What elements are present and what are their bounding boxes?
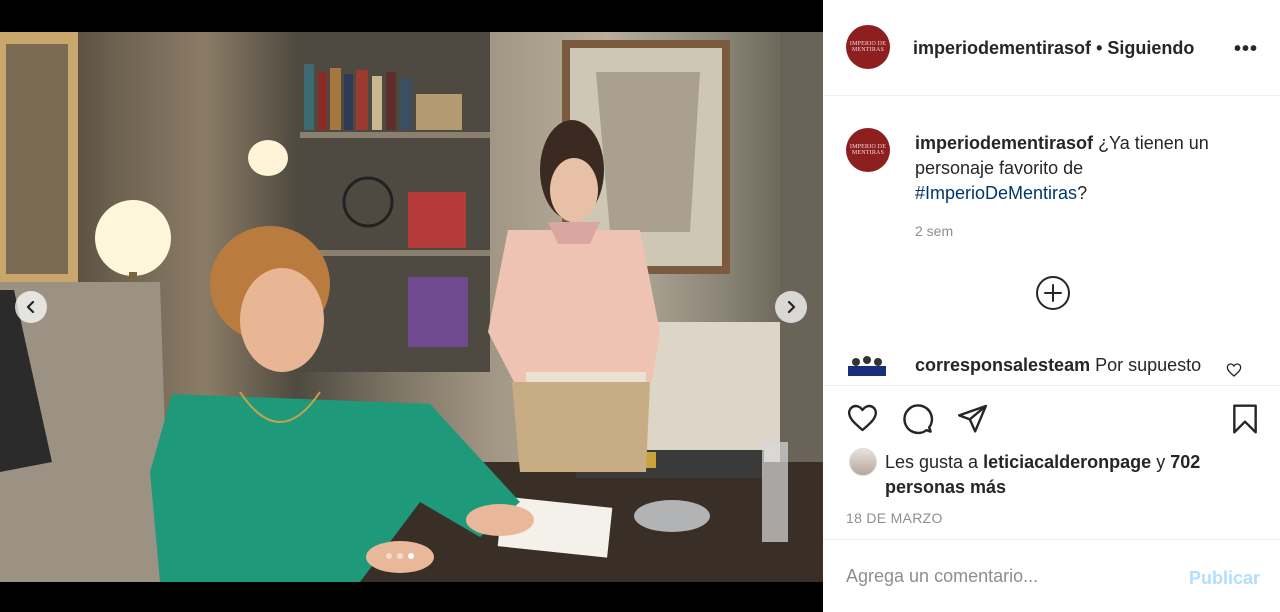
next-slide-button[interactable] bbox=[775, 291, 807, 323]
post-media bbox=[0, 0, 823, 612]
carousel-dot bbox=[397, 553, 403, 559]
carousel-indicator bbox=[386, 553, 414, 559]
like-heart-icon[interactable] bbox=[846, 402, 879, 434]
avatar-logo-text: IMPERIO DE MENTIRAS bbox=[849, 41, 887, 53]
post-actions-section: Les gusta a leticiacalderonpage y 702 pe… bbox=[823, 385, 1280, 540]
caption-text: imperiodementirasof ¿Ya tienen un person… bbox=[915, 131, 1235, 206]
profile-avatar[interactable]: IMPERIO DE MENTIRAS bbox=[846, 25, 890, 69]
save-bookmark-icon[interactable] bbox=[1229, 402, 1261, 436]
comment-text: corresponsalesteam Por supuesto bbox=[915, 355, 1201, 376]
instagram-post-modal: IMPERIO DE MENTIRAS imperiodementirasof … bbox=[0, 0, 1280, 612]
commenter-avatar[interactable] bbox=[846, 352, 888, 380]
post-details-panel: IMPERIO DE MENTIRAS imperiodementirasof … bbox=[823, 0, 1280, 612]
plus-circle-icon bbox=[1044, 284, 1062, 302]
share-paper-plane-icon[interactable] bbox=[956, 402, 989, 434]
add-comment-section: Publicar bbox=[823, 540, 1280, 612]
liker-avatar[interactable] bbox=[849, 448, 877, 476]
post-header: IMPERIO DE MENTIRAS imperiodementirasof … bbox=[823, 0, 1280, 96]
likes-summary: Les gusta a leticiacalderonpage y 702 pe… bbox=[885, 450, 1225, 500]
caption-timestamp[interactable]: 2 sem bbox=[915, 223, 953, 239]
load-more-comments-button[interactable] bbox=[1036, 276, 1070, 310]
caption-username[interactable]: imperiodementirasof bbox=[915, 133, 1093, 153]
chevron-left-icon bbox=[26, 301, 35, 313]
comment-like-heart-icon[interactable] bbox=[1226, 362, 1242, 378]
commenter-username[interactable]: corresponsalesteam bbox=[915, 355, 1090, 375]
post-date[interactable]: 18 DE MARZO bbox=[846, 510, 943, 526]
separator-dot: • bbox=[1096, 38, 1103, 58]
liker-username[interactable]: leticiacalderonpage bbox=[983, 452, 1151, 472]
photo-scene bbox=[0, 32, 823, 582]
follow-status-button[interactable]: Siguiendo bbox=[1107, 38, 1194, 58]
previous-slide-button[interactable] bbox=[15, 291, 47, 323]
comment-item: corresponsalesteam Por supuesto bbox=[823, 348, 1280, 385]
team-logo-icon bbox=[848, 356, 886, 376]
chevron-right-icon bbox=[787, 301, 796, 313]
caption-hashtag-suffix: ? bbox=[1077, 183, 1088, 203]
post-photo bbox=[0, 32, 823, 582]
comments-section: IMPERIO DE MENTIRAS imperiodementirasof … bbox=[823, 96, 1280, 385]
comment-body: Por supuesto bbox=[1095, 355, 1202, 375]
avatar-logo-text: IMPERIO DE MENTIRAS bbox=[849, 144, 887, 156]
comment-bubble-icon[interactable] bbox=[901, 402, 934, 435]
post-author-username[interactable]: imperiodementirasof bbox=[913, 38, 1091, 58]
comment-input[interactable] bbox=[846, 566, 1176, 587]
carousel-dot-active bbox=[408, 553, 414, 559]
caption-avatar[interactable]: IMPERIO DE MENTIRAS bbox=[846, 128, 890, 172]
likes-prefix: Les gusta a bbox=[885, 452, 979, 472]
more-options-icon[interactable]: ••• bbox=[1234, 38, 1258, 61]
carousel-dot bbox=[386, 553, 392, 559]
likes-conjunction: y bbox=[1156, 452, 1166, 472]
post-author-line: imperiodementirasof • Siguiendo bbox=[913, 38, 1194, 59]
caption-hashtag[interactable]: #ImperioDeMentiras bbox=[915, 183, 1077, 203]
publish-button[interactable]: Publicar bbox=[1189, 568, 1260, 589]
